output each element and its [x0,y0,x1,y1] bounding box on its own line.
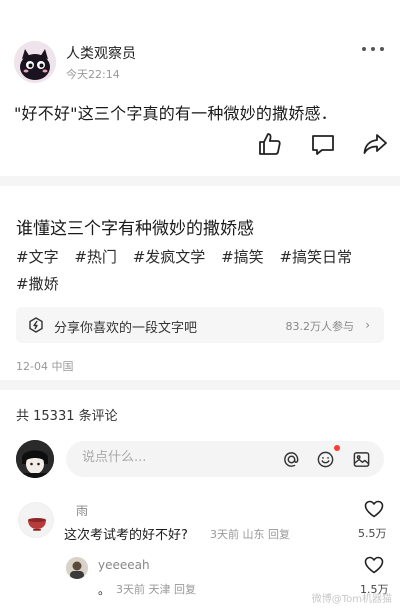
tag-link[interactable]: #撒娇 [16,275,59,293]
share-prompt-label: 分享你喜欢的一段文字吧 [54,321,198,336]
emoji-icon[interactable] [316,450,335,469]
current-user-avatar[interactable] [16,440,54,478]
heart-icon[interactable] [364,556,384,574]
image-icon[interactable] [352,450,371,469]
comment-input[interactable] [82,450,262,465]
commenter-avatar[interactable] [18,502,54,538]
section-divider [0,176,400,186]
thumbs-up-icon[interactable] [257,131,283,157]
topic-title[interactable]: 谁懂这三个字有种微妙的撒娇感 [16,214,254,239]
user-photo-icon [66,557,88,579]
commenter-name[interactable]: yeeeeah [98,558,150,572]
chevron-right-icon: › [365,318,370,332]
tag-link[interactable]: #搞笑 [221,248,264,266]
tag-link[interactable]: #文字 [16,248,59,266]
comment-meta[interactable]: 3天前 山东 回复 [210,526,290,542]
section-divider [0,380,400,390]
share-arrow-icon[interactable] [362,131,388,157]
participant-count: 83.2万人参与 [285,320,355,333]
tag-link[interactable]: #搞笑日常 [279,248,352,266]
author-name[interactable]: 人类观察员 [66,43,136,63]
watermark-text: 微博@Tom机器猫 [311,594,392,605]
comment-text: 这次考试考的好不好? [64,528,188,543]
tag-link[interactable]: #热门 [74,248,117,266]
black-cat-avatar-icon [14,41,56,83]
commenter-avatar[interactable] [66,557,88,579]
more-dots-icon[interactable] [362,44,384,54]
post-body-text: "好不好"这三个字真的有一种微妙的撒娇感． [14,104,337,123]
notification-dot [334,445,340,451]
comment-meta[interactable]: 3天前 天津 回复 [116,581,196,597]
like-count: 5.5万 [358,527,387,540]
author-avatar[interactable] [14,41,56,83]
bowl-icon [28,518,46,531]
post-timestamp: 今天22:14 [66,68,120,81]
commenter-name[interactable]: 雨 [76,502,88,519]
post-date-location: 12-04 中国 [16,360,74,373]
lightning-badge-icon [28,317,44,333]
topic-tags: #文字 #热门 #发疯文学 #搞笑 #搞笑日常 #撒娇 [16,244,388,298]
tag-link[interactable]: #发疯文学 [133,248,206,266]
heart-icon[interactable] [364,500,384,518]
comments-total: 共 15331 条评论 [16,409,118,424]
user-portrait-icon [16,440,54,478]
comment-input-bar [66,441,384,477]
mention-at-icon[interactable] [282,450,301,469]
share-prompt-card[interactable]: 分享你喜欢的一段文字吧 83.2万人参与 › [16,307,384,343]
comment-text: 。 [98,583,111,597]
comment-icon[interactable] [310,131,336,157]
